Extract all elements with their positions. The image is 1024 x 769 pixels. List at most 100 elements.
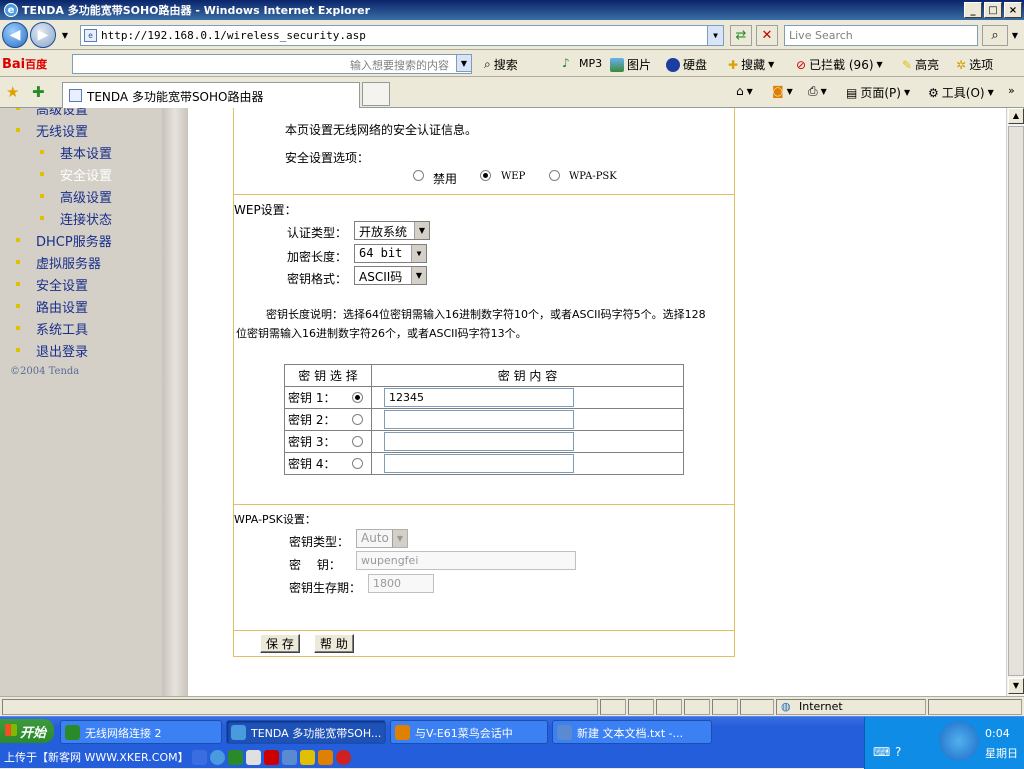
sidebar-item-wireless-security[interactable]: 安全设置 (40, 165, 112, 184)
tool-icon[interactable] (281, 749, 297, 765)
toolbar-overflow-icon[interactable]: » (1008, 84, 1015, 97)
key3-input[interactable] (384, 432, 574, 451)
page-icon: e (84, 29, 97, 42)
key2-radio[interactable] (352, 414, 363, 425)
key-format-select[interactable]: ASCII码 ▼ (354, 266, 427, 285)
add-favorites-icon[interactable]: ✚ (32, 83, 45, 101)
save-button[interactable]: 保 存 (260, 634, 300, 653)
stop-icon[interactable]: ✕ (756, 25, 778, 46)
sidebar-item-logout[interactable]: 退出登录 (16, 341, 88, 360)
zoom-status[interactable] (928, 699, 1022, 715)
sidebar-item-virtual-server[interactable]: 虚拟服务器 (16, 253, 101, 272)
task-tenda-ie[interactable]: TENDA 多功能宽带SOH... (226, 720, 386, 744)
search-options-icon[interactable]: ▼ (1008, 25, 1022, 46)
window-titlebar[interactable]: e TENDA 多功能宽带SOHO路由器 - Windows Internet … (0, 0, 1024, 20)
sidebar-item-connection-status[interactable]: 连接状态 (40, 209, 112, 228)
baidu-logo[interactable]: Bai百度 (2, 56, 47, 72)
baidu-paw-icon (666, 57, 680, 72)
help-button[interactable]: 帮 助 (314, 634, 354, 653)
sidebar-item-routing[interactable]: 路由设置 (16, 297, 88, 316)
address-dropdown-icon[interactable]: ▼ (707, 26, 723, 45)
forward-button[interactable]: ▶ (30, 22, 56, 48)
scroll-up-icon[interactable]: ▲ (1008, 108, 1024, 124)
key-length-select[interactable]: 64 bit ▼ (354, 244, 427, 263)
baidu-search-button[interactable]: ⌕ 搜索 (484, 56, 518, 73)
favorites-dropdown-icon[interactable]: ▼ (768, 60, 774, 69)
shield-icon[interactable] (317, 749, 333, 765)
blocker-dropdown-icon[interactable]: ▼ (877, 60, 883, 69)
baidu-dropdown-icon[interactable]: ▼ (456, 54, 472, 72)
highlight-button[interactable]: ✎ 高亮 (902, 56, 939, 73)
baidu-search-input[interactable]: 输入想要搜索的内容 (72, 54, 472, 74)
refresh-icon[interactable]: ⇄ (730, 25, 752, 46)
clock-time[interactable]: 0:04 (985, 727, 1010, 740)
key3-radio[interactable] (352, 436, 363, 447)
history-dropdown-icon[interactable]: ▼ (58, 25, 72, 46)
k-icon[interactable] (263, 749, 279, 765)
auth-type-select[interactable]: 开放系统 ▼ (354, 221, 430, 240)
key-label: 密钥 2： (288, 413, 336, 427)
sidebar-item-wireless[interactable]: 无线设置 (16, 121, 88, 140)
start-button[interactable]: 开始 (0, 719, 54, 743)
home-button[interactable]: ⌂ ▼ (736, 84, 753, 98)
tools-gear-icon: ⚙ (928, 85, 939, 100)
vertical-scrollbar[interactable]: ▲ ▼ (1006, 108, 1024, 696)
key4-radio[interactable] (352, 458, 363, 469)
qq-icon[interactable] (227, 749, 243, 765)
popup-blocker-button[interactable]: ⊘ 已拦截 (96) ▼ (796, 56, 883, 73)
back-button[interactable]: ◀ (2, 22, 28, 48)
sidebar-item-advanced[interactable]: 高级设置 (16, 108, 88, 118)
maximize-button[interactable]: □ (984, 2, 1002, 18)
task-notepad[interactable]: 新建 文本文档.txt -... (552, 720, 712, 744)
sidebar-item-wireless-advanced[interactable]: 高级设置 (40, 187, 112, 206)
tab-tenda[interactable]: TENDA 多功能宽带SOHO路由器 (62, 82, 360, 108)
new-tab-button[interactable] (362, 82, 390, 106)
radio-wep[interactable] (480, 170, 491, 181)
key-label: 密钥 1： (288, 391, 336, 405)
feeds-button[interactable]: ◙ ▼ (772, 84, 793, 98)
ie-quick-icon[interactable] (209, 749, 225, 765)
keyboard-icon[interactable]: ⌨ (873, 745, 890, 759)
app-icon[interactable] (245, 749, 261, 765)
scroll-down-icon[interactable]: ▼ (1008, 678, 1024, 694)
wpa-key-type-select[interactable]: Auto ▼ (356, 529, 408, 548)
wpa-key-input[interactable]: wupengfei (356, 551, 576, 570)
wpa-lifetime-input[interactable]: 1800 (368, 574, 434, 593)
baidu-drive-button[interactable]: 硬盘 (666, 56, 707, 73)
sidebar-item-dhcp[interactable]: DHCP服务器 (16, 231, 112, 250)
smiley-icon[interactable] (299, 749, 315, 765)
search-input[interactable]: Live Search (784, 25, 978, 46)
page-menu[interactable]: ▤ 页面(P) ▼ (846, 84, 910, 101)
task-chat[interactable]: 与V-E61菜鸟会话中 (390, 720, 548, 744)
baidu-mp3-button[interactable]: ♪ MP3 (562, 56, 602, 70)
security-zone[interactable]: ◍ Internet (776, 699, 926, 715)
task-wireless-connection[interactable]: 无线网络连接 2 (60, 720, 222, 744)
minimize-button[interactable]: _ (964, 2, 982, 18)
media-icon[interactable] (335, 749, 351, 765)
copyright-text: ©2004 Tenda (10, 366, 80, 377)
desktop-icon[interactable] (191, 749, 207, 765)
help-tray-icon[interactable]: ? (895, 745, 901, 759)
scroll-thumb[interactable] (1008, 126, 1024, 676)
wep-section-title: WEP设置： (234, 203, 297, 217)
radio-disable[interactable] (413, 170, 424, 181)
close-window-button[interactable]: × (1004, 2, 1022, 18)
key1-radio[interactable] (352, 392, 363, 403)
search-icon[interactable]: ⌕ (982, 25, 1008, 46)
print-button[interactable]: ⎙ ▼ (808, 84, 827, 99)
key4-input[interactable] (384, 454, 574, 473)
key-length-label: 加密长度： (287, 250, 348, 264)
sidebar-item-wireless-basic[interactable]: 基本设置 (40, 143, 112, 162)
sidebar-item-security[interactable]: 安全设置 (16, 275, 88, 294)
key2-input[interactable] (384, 410, 574, 429)
baidu-favorites-button[interactable]: ✚ 搜藏 ▼ (728, 56, 774, 73)
key1-input[interactable]: 12345 (384, 388, 574, 407)
ie-icon (231, 725, 246, 740)
address-input[interactable]: e http://192.168.0.1/wireless_security.a… (80, 25, 724, 46)
tools-menu[interactable]: ⚙ 工具(O) ▼ (928, 84, 994, 101)
radio-wpa-psk[interactable] (549, 170, 560, 181)
favorites-center-icon[interactable]: ★ (6, 83, 19, 101)
options-button[interactable]: ✲ 选项 (956, 56, 993, 73)
baidu-images-button[interactable]: 图片 (610, 56, 651, 73)
sidebar-item-system-tools[interactable]: 系统工具 (16, 319, 88, 338)
